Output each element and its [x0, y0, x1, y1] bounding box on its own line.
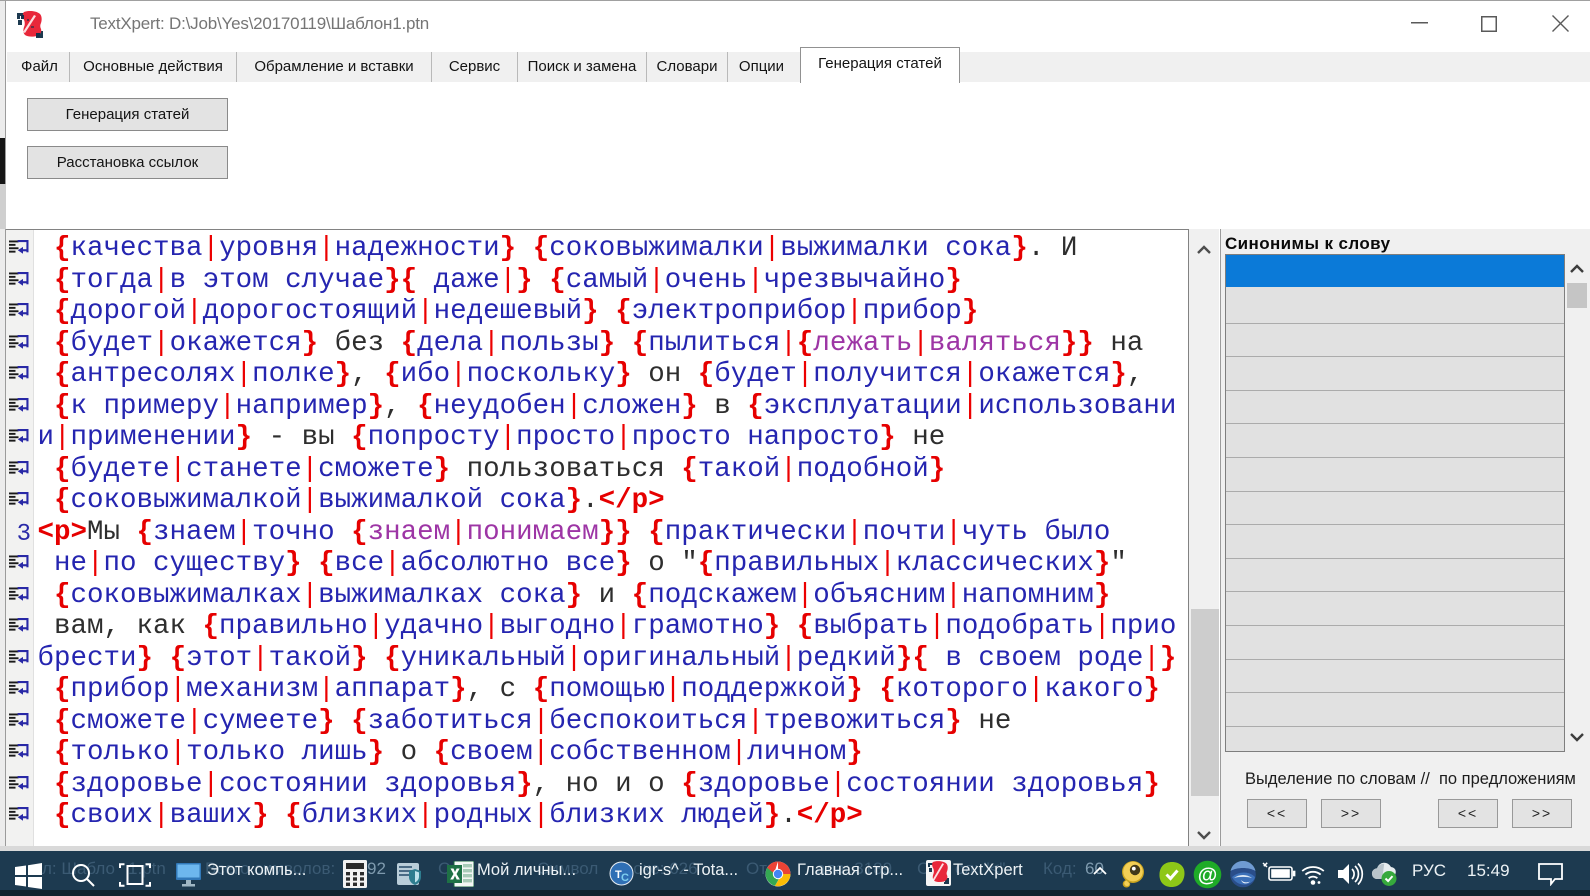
svg-text:C: C — [621, 872, 629, 884]
svg-text:@: @ — [1198, 865, 1218, 887]
